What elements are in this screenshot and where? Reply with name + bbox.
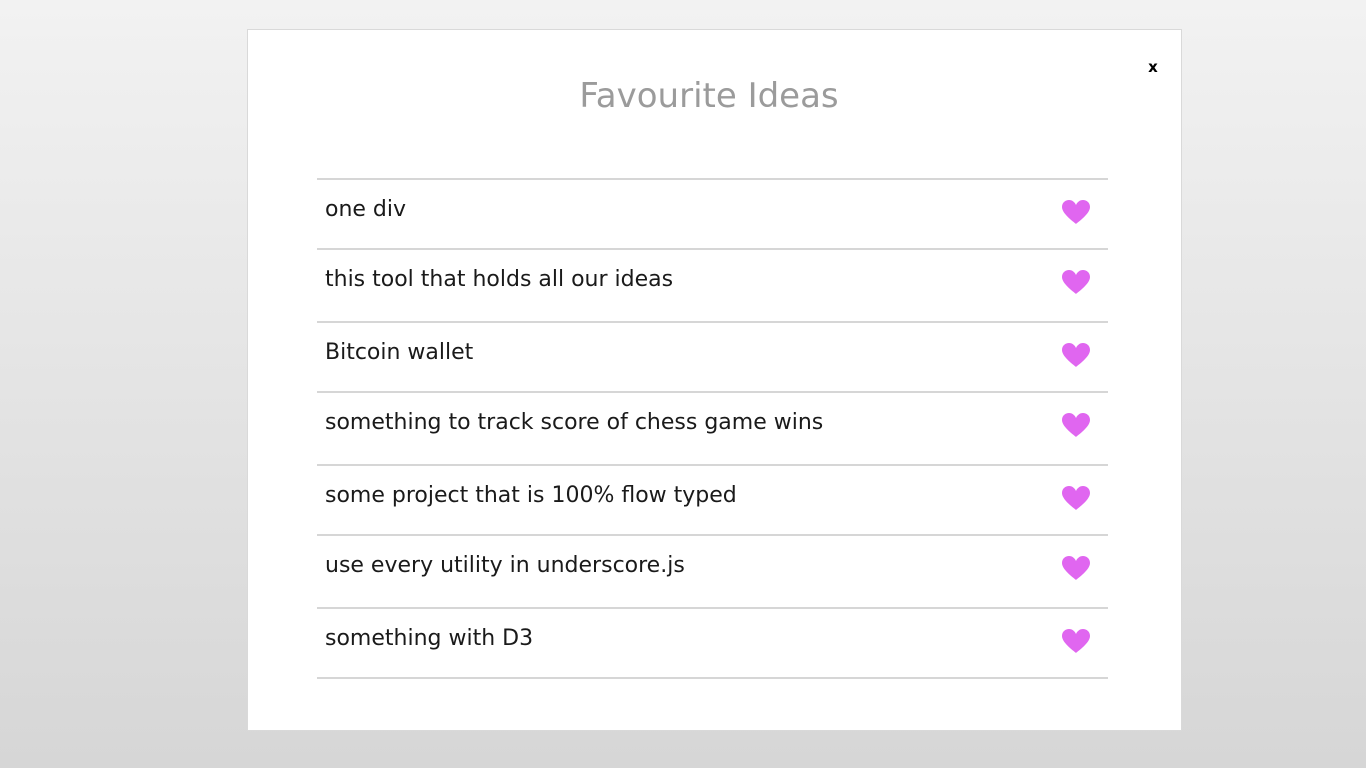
heart-icon[interactable] bbox=[1061, 628, 1091, 654]
idea-text: something with D3 bbox=[325, 626, 534, 651]
heart-icon[interactable] bbox=[1061, 555, 1091, 581]
idea-text: Bitcoin wallet bbox=[325, 340, 474, 365]
idea-text: one div bbox=[325, 197, 407, 222]
idea-text: some project that is 100% flow typed bbox=[325, 483, 737, 508]
idea-text: this tool that holds all our ideas bbox=[325, 267, 674, 292]
heart-icon[interactable] bbox=[1061, 269, 1091, 295]
idea-text: something to track score of chess game w… bbox=[325, 410, 824, 435]
heart-icon[interactable] bbox=[1061, 199, 1091, 225]
idea-row: this tool that holds all our ideas bbox=[317, 250, 1108, 323]
idea-row: use every utility in underscore.js bbox=[317, 536, 1108, 609]
idea-list: one div this tool that holds all our ide… bbox=[317, 178, 1108, 679]
favourite-ideas-modal: x Favourite Ideas one div this tool that… bbox=[247, 29, 1182, 731]
idea-row: something to track score of chess game w… bbox=[317, 393, 1108, 466]
idea-row: something with D3 bbox=[317, 609, 1108, 679]
heart-icon[interactable] bbox=[1061, 485, 1091, 511]
idea-text: use every utility in underscore.js bbox=[325, 553, 685, 578]
heart-icon[interactable] bbox=[1061, 412, 1091, 438]
idea-row: some project that is 100% flow typed bbox=[317, 466, 1108, 536]
modal-title: Favourite Ideas bbox=[579, 76, 839, 116]
heart-icon[interactable] bbox=[1061, 342, 1091, 368]
idea-row: one div bbox=[317, 180, 1108, 250]
idea-row: Bitcoin wallet bbox=[317, 323, 1108, 393]
